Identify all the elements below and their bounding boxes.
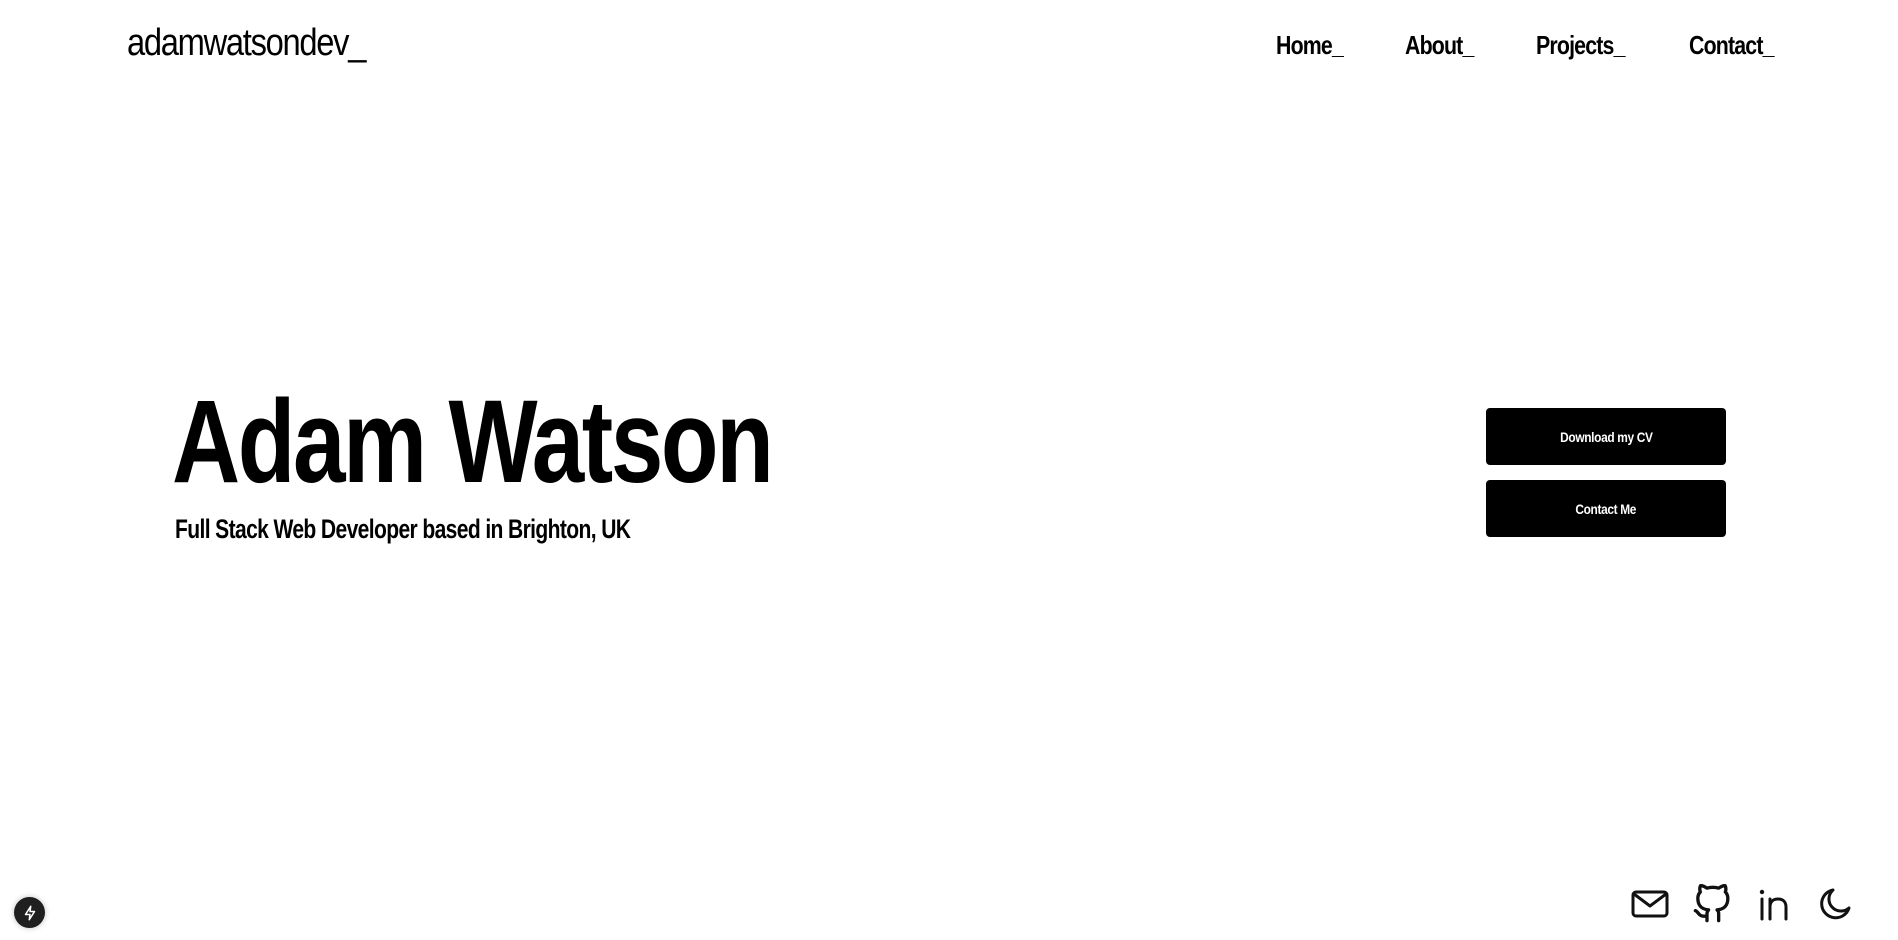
contact-me-label: Contact Me bbox=[1575, 500, 1637, 517]
contact-me-button[interactable]: Contact Me bbox=[1486, 480, 1726, 537]
moon-icon[interactable] bbox=[1816, 884, 1856, 924]
social-links bbox=[1630, 884, 1856, 924]
lightning-icon[interactable] bbox=[14, 897, 45, 928]
nav-about-link[interactable]: About_ bbox=[1405, 30, 1474, 61]
linkedin-icon[interactable] bbox=[1754, 884, 1794, 924]
site-logo[interactable]: adamwatsondev_ bbox=[127, 22, 366, 65]
mail-icon[interactable] bbox=[1630, 884, 1670, 924]
hero-name: Adam Watson bbox=[172, 376, 774, 508]
nav-projects-link[interactable]: Projects_ bbox=[1536, 30, 1625, 61]
nav-contact-link[interactable]: Contact_ bbox=[1689, 30, 1774, 61]
page: adamwatsondev_ Home_ About_ Projects_ Co… bbox=[0, 0, 1898, 940]
download-cv-button[interactable]: Download my CV bbox=[1486, 408, 1726, 465]
nav-home-link[interactable]: Home_ bbox=[1276, 30, 1344, 61]
download-cv-label: Download my CV bbox=[1559, 428, 1653, 445]
github-icon[interactable] bbox=[1692, 884, 1732, 924]
hero-subtitle: Full Stack Web Developer based in Bright… bbox=[175, 514, 631, 544]
